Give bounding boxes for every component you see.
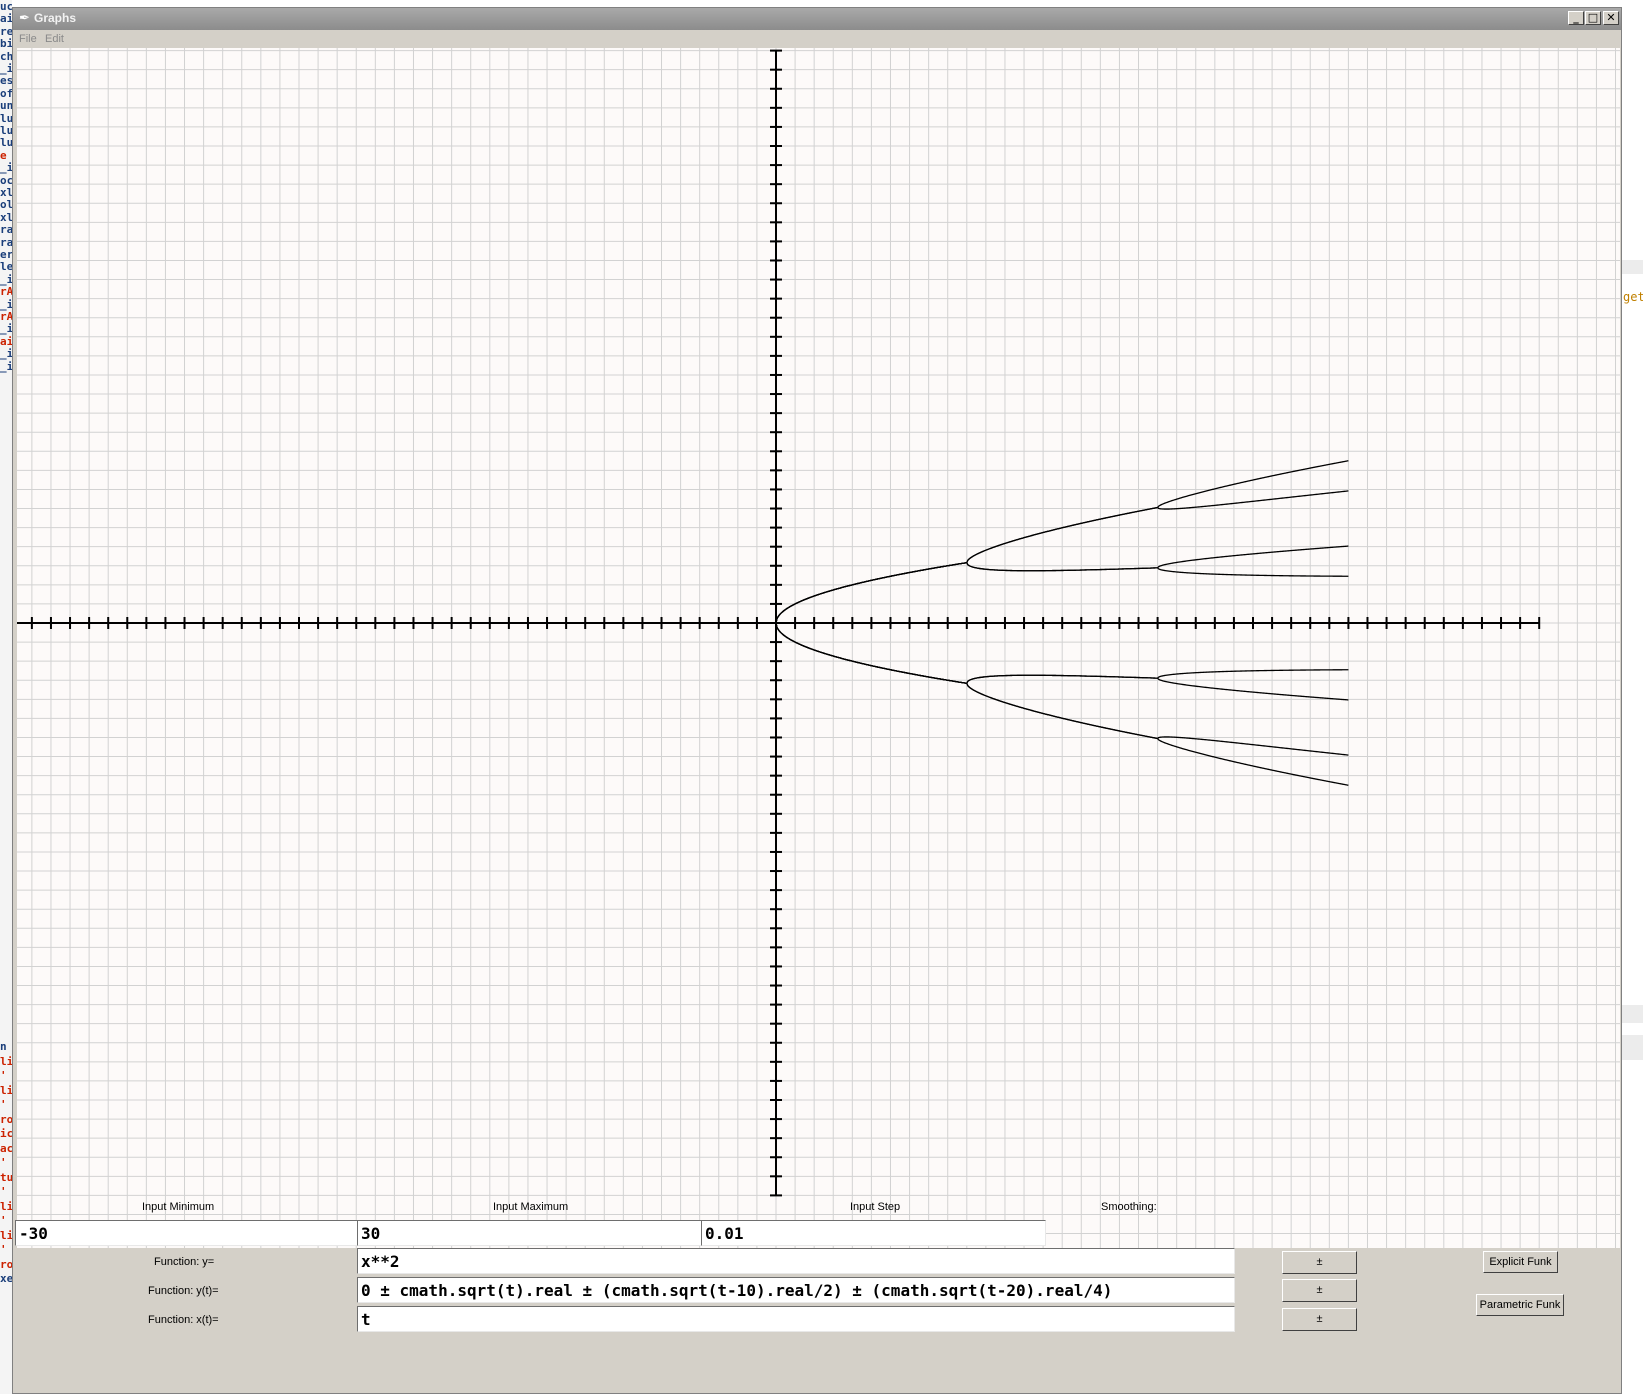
background-text-fragment: ' <box>0 1098 7 1111</box>
background-text-fragment: rA <box>0 285 12 299</box>
background-text-fragment: ro <box>0 1257 12 1271</box>
background-text-fragment: li <box>0 1228 12 1242</box>
background-text-fragment: ai <box>0 12 12 26</box>
background-text-fragment: _i <box>0 62 12 75</box>
function-xt-field[interactable] <box>357 1306 1235 1332</box>
background-text-fragment: xl <box>0 210 12 224</box>
background-text-fragment: re <box>0 24 12 38</box>
background-text-fragment: li <box>0 1054 12 1068</box>
function-xt-label: Function: x(t)= <box>148 1314 219 1326</box>
background-code-editor: uc ai re bi ch _i es of un lu lu lu e _i oc xl ol xl ra ra e… <box>0 0 12 1394</box>
plus-minus-button-xt[interactable]: ± <box>1282 1308 1357 1331</box>
background-text-fragment: li <box>0 1199 12 1213</box>
close-button[interactable]: ✕ <box>1603 11 1619 25</box>
background-text-fragment: es <box>0 74 12 88</box>
background-text-fragment: xe <box>0 1272 12 1285</box>
background-text-fragment: er <box>0 248 12 261</box>
window-title: Graphs <box>34 11 77 25</box>
menu-file[interactable]: File <box>19 33 37 45</box>
input-step-field[interactable] <box>701 1220 1046 1246</box>
background-text-fragment: of <box>0 86 12 100</box>
background-text-fragment: bi <box>0 37 12 51</box>
function-y-label: Function: y= <box>154 1256 215 1268</box>
background-text-fragment: li <box>0 1083 12 1097</box>
explicit-funk-button[interactable]: Explicit Funk <box>1483 1251 1558 1273</box>
background-text-fragment: ' <box>0 1243 7 1256</box>
background-band <box>1622 1005 1643 1023</box>
background-text-fragment: oc <box>0 173 12 187</box>
function-yt-field[interactable] <box>357 1277 1235 1303</box>
background-text-fragment: _i <box>0 347 12 361</box>
input-minimum-label: Input Minimum <box>142 1201 215 1213</box>
background-text-fragment: tu <box>0 1170 12 1184</box>
title-bar[interactable]: ✒ Graphs _ □ ✕ <box>13 8 1621 30</box>
background-text-fragment: ' <box>0 1069 7 1082</box>
feather-icon: ✒ <box>19 11 30 26</box>
parametric-funk-button[interactable]: Parametric Funk <box>1476 1294 1564 1316</box>
background-text-fragment: _i <box>0 297 12 311</box>
plus-minus-button-y[interactable]: ± <box>1282 1251 1357 1274</box>
background-text-fragment: ra <box>0 223 12 237</box>
background-text-fragment: n : <box>0 1040 12 1053</box>
graph-canvas[interactable] <box>17 48 1620 1248</box>
menu-edit[interactable]: Edit <box>45 33 64 45</box>
background-text-fragment: ac <box>0 1141 12 1155</box>
background-text-fragment: ro <box>0 1112 12 1126</box>
function-y-field[interactable] <box>357 1248 1235 1274</box>
input-minimum-field[interactable] <box>15 1220 363 1246</box>
background-text-fragment: get <box>1623 290 1643 304</box>
background-band <box>1622 1035 1643 1060</box>
background-text-fragment: lu <box>0 124 12 137</box>
menu-bar: File Edit <box>13 30 1621 50</box>
background-window-right: get <box>1622 0 1643 1394</box>
background-band <box>1622 260 1643 274</box>
background-text-fragment: ra <box>0 235 12 249</box>
function-yt-label: Function: y(t)= <box>148 1285 219 1297</box>
plot-background <box>17 48 1620 1248</box>
plus-minus-button-yt[interactable]: ± <box>1282 1279 1357 1302</box>
background-text-fragment: ol <box>0 198 12 212</box>
background-text-fragment: lu <box>0 136 12 150</box>
background-text-fragment: ai <box>0 334 12 348</box>
maximize-button[interactable]: □ <box>1585 11 1601 25</box>
background-text-fragment: ' <box>0 1185 7 1198</box>
background-text-fragment: ' <box>0 1214 7 1227</box>
background-text-fragment: ' <box>0 1156 7 1169</box>
background-text-fragment: ic <box>0 1127 12 1140</box>
input-maximum-field[interactable] <box>357 1220 705 1246</box>
background-text-fragment: le <box>0 260 12 274</box>
background-text-fragment: rA <box>0 310 12 323</box>
background-text-fragment: xl <box>0 186 12 199</box>
background-text-fragment: un <box>0 99 12 113</box>
background-text-fragment: _i <box>0 161 12 175</box>
minimize-button[interactable]: _ <box>1568 11 1584 25</box>
graphs-window: ✒ Graphs _ □ ✕ File Edit Input Minimum I… <box>12 7 1622 1394</box>
background-text-fragment: e <box>0 148 7 162</box>
input-maximum-label: Input Maximum <box>493 1201 569 1213</box>
background-text-fragment: uc <box>0 0 12 13</box>
background-text-fragment: lu <box>0 111 12 125</box>
background-text-fragment: _i <box>0 322 12 336</box>
background-text-fragment: ch <box>0 49 12 63</box>
background-text-fragment: _i <box>0 359 12 373</box>
background-text-fragment: _i <box>0 272 12 286</box>
smoothing-label: Smoothing: <box>1101 1201 1157 1213</box>
input-step-label: Input Step <box>850 1201 901 1213</box>
